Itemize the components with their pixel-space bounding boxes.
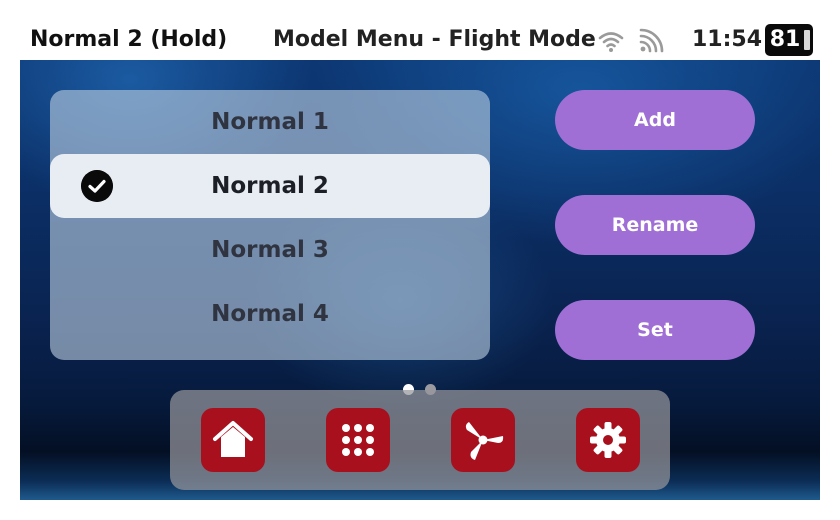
apps-button[interactable] [326,408,390,472]
current-model-label: Normal 2 (Hold) [30,27,228,52]
settings-button[interactable] [576,408,640,472]
status-bar: Normal 2 (Hold) Model Menu - Flight Mode… [20,20,820,60]
flight-mode-item-normal-2[interactable]: Normal 2 [50,154,490,218]
flight-mode-label: Normal 2 [211,173,329,199]
rename-button[interactable]: Rename [555,195,755,255]
page-title: Model Menu - Flight Mode [273,27,596,52]
add-button[interactable]: Add [555,90,755,150]
flight-mode-list[interactable]: Normal 1 Normal 2 Normal 3 Normal 4 [50,90,490,360]
home-button[interactable] [201,408,265,472]
flight-mode-item-normal-1[interactable]: Normal 1 [50,90,490,154]
battery-level: 81 [769,27,801,52]
flight-mode-label: Normal 1 [211,109,329,135]
battery-cap [804,30,810,50]
propeller-icon [465,422,504,460]
screen: Normal 2 (Hold) Model Menu - Flight Mode… [20,20,820,500]
dock [170,390,670,490]
apps-grid-icon [342,424,374,456]
battery-indicator: 81 [765,24,813,56]
wifi-icon [598,32,624,52]
clock: 11:54 [692,27,763,52]
flight-mode-item-normal-3[interactable]: Normal 3 [50,218,490,282]
flight-mode-item-normal-4[interactable]: Normal 4 [50,282,490,346]
home-icon [213,421,253,457]
settings-gear-icon [590,422,626,458]
signal-icon [639,28,664,53]
model-setup-button[interactable] [451,408,515,472]
flight-mode-label: Normal 4 [211,301,329,327]
flight-mode-label: Normal 3 [211,237,329,263]
check-circle-icon [81,170,113,202]
set-button[interactable]: Set [555,300,755,360]
